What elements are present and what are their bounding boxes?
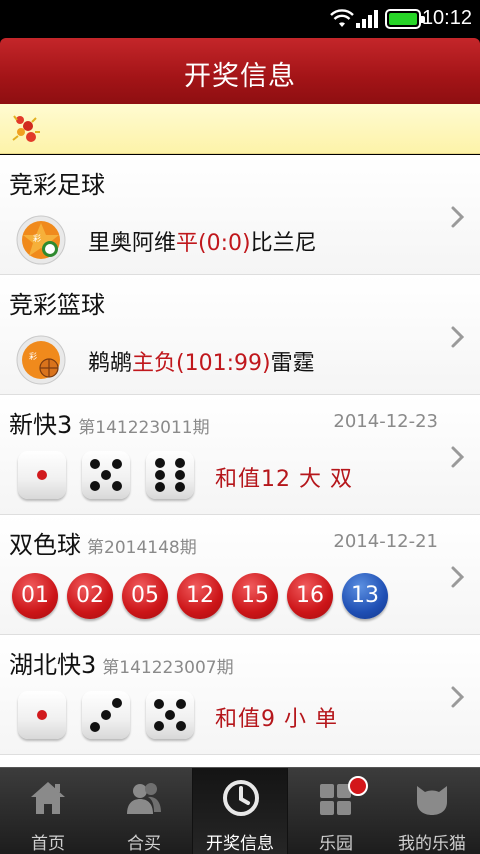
die-face-5 (82, 451, 130, 499)
die-pip (90, 721, 101, 732)
cat-icon (417, 786, 447, 815)
die-pip (154, 720, 165, 731)
tab-group-buy[interactable]: 合买 (96, 768, 192, 854)
die-pip (37, 710, 47, 720)
chevron-right-icon (451, 566, 465, 588)
issue-number: 第141223007期 (102, 658, 234, 678)
status-bar: 10:12 (0, 0, 480, 38)
list-item-hubeikuai3[interactable]: 湖北快3 第141223007期 和值9 小 单 (0, 635, 480, 755)
tab-label: 我的乐猫 (398, 834, 466, 854)
list-item-xinkuai3[interactable]: 新快3 第141223011期 2014-12-23 和值12 大 双 (0, 395, 480, 515)
tab-my-lemao[interactable]: 我的乐猫 (384, 768, 480, 854)
lottery-name: 湖北快3 (9, 651, 97, 679)
tab-park[interactable]: 乐园 (288, 768, 384, 854)
battery-icon (385, 9, 425, 29)
die-face-3 (82, 691, 130, 739)
draw-date: 2014-12-23 (333, 411, 438, 432)
tab-label: 开奖信息 (206, 834, 274, 854)
red-ball: 01 (12, 573, 58, 619)
status-time: 10:12 (421, 7, 472, 29)
die-pip (174, 482, 185, 493)
firecracker-icon (12, 115, 40, 142)
chevron-right-icon (451, 326, 465, 348)
item-title: 竞彩篮球 (9, 291, 105, 319)
football-lottery-icon: 彩 (16, 215, 66, 265)
chevron-right-icon (451, 206, 465, 228)
basketball-lottery-icon: 彩 (16, 335, 66, 385)
announcement-banner[interactable] (0, 104, 480, 154)
die-pip (101, 710, 111, 720)
issue-number: 第2014148期 (87, 538, 197, 558)
red-ball: 12 (177, 573, 223, 619)
die-pip (174, 457, 185, 468)
signal-icon (356, 10, 378, 28)
lottery-name: 双色球 (9, 531, 81, 559)
item-title: 竞彩足球 (9, 171, 105, 199)
tab-label: 首页 (31, 834, 65, 854)
away-team: 雷霆 (270, 351, 315, 376)
page-title: 开奖信息 (184, 61, 296, 92)
red-ball: 16 (287, 573, 333, 619)
issue-number: 第141223011期 (78, 418, 210, 438)
home-team: 鹈鹕 (88, 351, 133, 376)
draw-results-list: 竞彩足球 彩 里奥阿维平(0:0)比兰尼 竞彩篮球 彩 鹈鹕主负(101:99)… (0, 155, 480, 767)
home-team: 里奥阿维 (88, 231, 177, 256)
chevron-right-icon (451, 686, 465, 708)
tab-draw-info[interactable]: 开奖信息 (192, 768, 288, 854)
draw-date: 2014-12-21 (333, 531, 438, 552)
die-pip (155, 457, 166, 468)
list-item-football[interactable]: 竞彩足球 彩 里奥阿维平(0:0)比兰尼 (0, 155, 480, 275)
tab-label: 合买 (127, 834, 161, 854)
svg-text:彩: 彩 (33, 233, 41, 243)
list-item-next[interactable] (0, 755, 480, 767)
match-result: 鹈鹕主负(101:99)雷霆 (88, 345, 315, 377)
die-pip (111, 480, 122, 491)
match-score: 平(0:0) (176, 231, 251, 256)
die-pip (90, 480, 101, 491)
blue-ball: 13 (342, 573, 388, 619)
item-title: 湖北快3 第141223007期 (9, 645, 234, 680)
die-pip (155, 482, 166, 493)
wifi-icon (330, 9, 354, 27)
die-pip (175, 720, 186, 731)
svg-text:彩: 彩 (29, 351, 37, 361)
die-pip (154, 699, 165, 710)
list-item-shuangseqiu[interactable]: 双色球 第2014148期 2014-12-21 01 02 05 12 15 1… (0, 515, 480, 635)
die-pip (175, 699, 186, 710)
notification-badge (348, 776, 368, 796)
group-buy-icon (127, 783, 161, 814)
chevron-right-icon (451, 446, 465, 468)
item-title: 新快3 第141223011期 (9, 405, 210, 440)
tab-home[interactable]: 首页 (0, 768, 96, 854)
die-pip (111, 698, 122, 709)
lottery-name: 新快3 (9, 411, 73, 439)
die-pip (165, 710, 175, 720)
die-face-5 (146, 691, 194, 739)
die-pip (155, 470, 166, 480)
die-pip (101, 470, 111, 480)
list-item-basketball[interactable]: 竞彩篮球 彩 鹈鹕主负(101:99)雷霆 (0, 275, 480, 395)
red-ball: 02 (67, 573, 113, 619)
match-result: 里奥阿维平(0:0)比兰尼 (88, 225, 317, 257)
match-score: 主负(101:99) (132, 351, 271, 376)
die-pip (90, 459, 101, 470)
bottom-tab-bar: 首页 合买 开奖信息 乐园 我的乐猫 (0, 767, 480, 854)
tab-label: 乐园 (319, 834, 353, 854)
red-ball: 05 (122, 573, 168, 619)
die-face-6 (146, 451, 194, 499)
die-face-1 (18, 691, 66, 739)
dice-sum: 和值12 大 双 (215, 467, 353, 492)
die-pip (111, 459, 122, 470)
red-ball: 15 (232, 573, 278, 619)
home-icon (31, 782, 65, 814)
away-team: 比兰尼 (250, 231, 317, 256)
die-pip (37, 470, 47, 480)
app-header: 开奖信息 (0, 38, 480, 104)
clock-icon (223, 780, 259, 816)
die-pip (174, 470, 185, 480)
dice-sum: 和值9 小 单 (215, 707, 338, 732)
die-face-1 (18, 451, 66, 499)
item-title: 双色球 第2014148期 (9, 525, 197, 560)
